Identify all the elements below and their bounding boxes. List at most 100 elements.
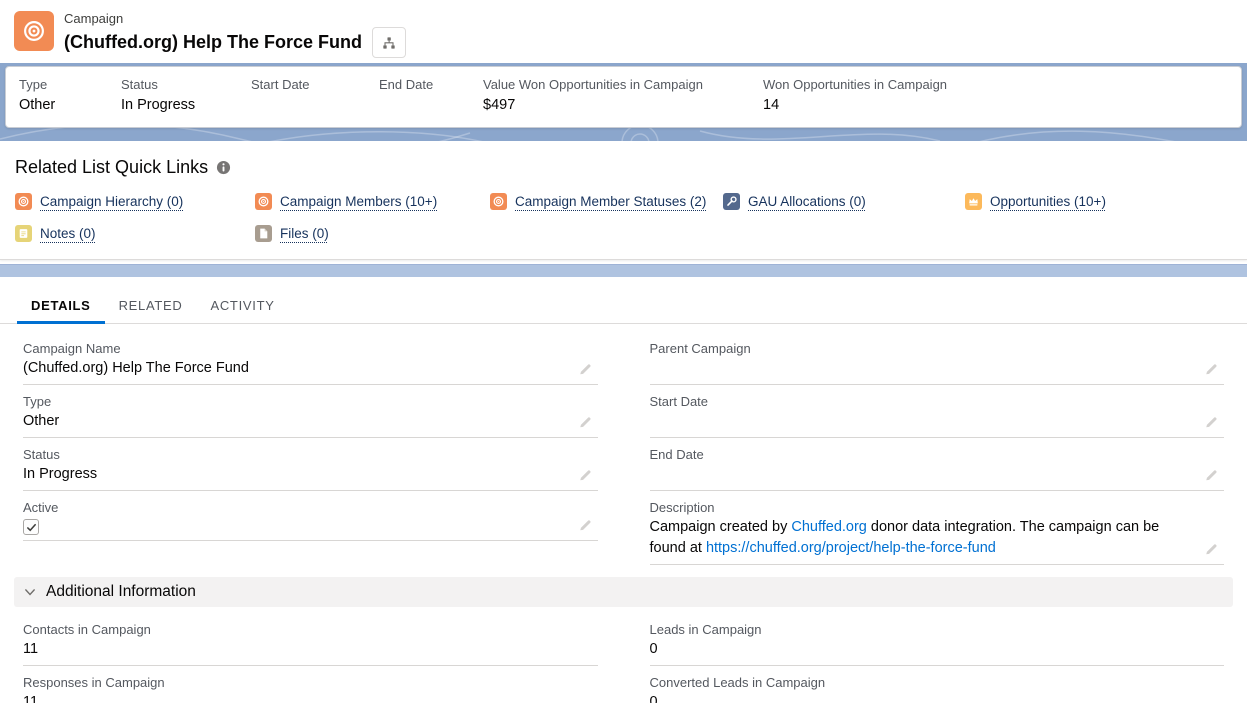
description-link[interactable]: Chuffed.org (791, 519, 867, 535)
field-label: Description (650, 499, 1195, 516)
field-value: In Progress (23, 464, 568, 485)
campaign-target-icon (255, 193, 272, 210)
field-label: Leads in Campaign (650, 621, 1195, 638)
highlight-value: $497 (483, 94, 753, 116)
quick-link-notes[interactable]: Notes (0) (15, 225, 255, 242)
quick-link-campaign-member-statuses[interactable]: Campaign Member Statuses (2) (490, 193, 723, 210)
campaign-target-icon (14, 11, 54, 51)
highlight-value-won: Value Won Opportunities in Campaign $497 (483, 76, 763, 127)
quick-link-label: Opportunities (10+) (990, 194, 1106, 209)
quick-link-label: Notes (0) (40, 226, 96, 241)
tab-activity[interactable]: ACTIVITY (196, 287, 288, 324)
campaign-target-icon (15, 193, 32, 210)
field-end-date: End Date (650, 438, 1225, 491)
field-label: End Date (650, 446, 1195, 463)
edit-pencil-icon[interactable] (578, 518, 592, 532)
highlight-value: In Progress (121, 94, 241, 116)
note-icon (15, 225, 32, 242)
highlights-panel: Type Other Status In Progress Start Date… (0, 63, 1247, 141)
edit-pencil-icon[interactable] (578, 362, 592, 376)
field-active: Active (23, 491, 598, 541)
field-label: Campaign Name (23, 340, 568, 357)
field-label: Converted Leads in Campaign (650, 674, 1195, 691)
field-status: Status In Progress (23, 438, 598, 491)
tab-details[interactable]: DETAILS (17, 287, 105, 324)
edit-pencil-icon[interactable] (578, 468, 592, 482)
field-value: (Chuffed.org) Help The Force Fund (23, 358, 568, 379)
details-panel: Campaign Name (Chuffed.org) Help The For… (0, 324, 1247, 565)
additional-information-section-header[interactable]: Additional Information (14, 577, 1233, 607)
field-leads-in-campaign: Leads in Campaign 0 (650, 613, 1225, 666)
field-value (650, 411, 1195, 432)
highlight-end-date: End Date (379, 76, 483, 127)
edit-pencil-icon[interactable] (1204, 415, 1218, 429)
quick-link-label: Campaign Member Statuses (2) (515, 194, 706, 209)
field-description: Description Campaign created by Chuffed.… (650, 491, 1225, 565)
decorative-band (0, 264, 1247, 277)
highlight-label: Type (19, 76, 111, 94)
wrench-icon (723, 193, 740, 210)
field-value: 11 (23, 639, 568, 660)
object-label: Campaign (64, 11, 406, 27)
highlight-label: End Date (379, 76, 473, 94)
view-hierarchy-button[interactable] (372, 27, 406, 58)
related-list-quick-links-card: Related List Quick Links Campaign Hierar… (0, 141, 1247, 260)
field-start-date: Start Date (650, 385, 1225, 438)
highlight-label: Won Opportunities in Campaign (763, 76, 947, 94)
field-converted-leads-in-campaign: Converted Leads in Campaign 0 (650, 666, 1225, 703)
info-icon[interactable] (216, 160, 231, 175)
quick-link-gau-allocations[interactable]: GAU Allocations (0) (723, 193, 965, 210)
field-value (650, 358, 1195, 379)
field-label: Parent Campaign (650, 340, 1195, 357)
edit-pencil-icon[interactable] (1204, 542, 1218, 556)
additional-right-column: Leads in Campaign 0 Converted Leads in C… (650, 613, 1225, 703)
checkmark-icon (26, 522, 37, 533)
quick-link-label: Files (0) (280, 226, 329, 241)
description-link[interactable]: https://chuffed.org/project/help-the-for… (706, 540, 996, 556)
field-label: Status (23, 446, 568, 463)
highlight-status: Status In Progress (121, 76, 251, 127)
field-label: Type (23, 393, 568, 410)
highlight-type: Type Other (19, 76, 121, 127)
quick-link-campaign-hierarchy[interactable]: Campaign Hierarchy (0) (15, 193, 255, 210)
field-value (650, 464, 1195, 485)
file-icon (255, 225, 272, 242)
tab-related[interactable]: RELATED (105, 287, 197, 324)
field-label: Contacts in Campaign (23, 621, 568, 638)
quick-link-label: Campaign Hierarchy (0) (40, 194, 183, 209)
details-right-column: Parent Campaign Start Date End Date Desc… (650, 332, 1225, 565)
highlight-value: Other (19, 94, 111, 116)
field-responses-in-campaign: Responses in Campaign 11 (23, 666, 598, 703)
field-value: 0 (650, 639, 1195, 660)
quick-link-opportunities[interactable]: Opportunities (10+) (965, 193, 1232, 210)
quick-link-label: GAU Allocations (0) (748, 194, 866, 209)
field-label: Active (23, 499, 568, 516)
highlight-start-date: Start Date (251, 76, 379, 127)
quick-links-title: Related List Quick Links (15, 157, 208, 178)
field-value: 0 (650, 692, 1195, 703)
campaign-target-icon (490, 193, 507, 210)
field-contacts-in-campaign: Contacts in Campaign 11 (23, 613, 598, 666)
quick-link-campaign-members[interactable]: Campaign Members (10+) (255, 193, 490, 210)
field-value: 11 (23, 692, 568, 703)
highlight-value: 14 (763, 94, 947, 116)
description-text: Campaign created by (650, 519, 792, 535)
quick-link-files[interactable]: Files (0) (255, 225, 490, 242)
highlights-card: Type Other Status In Progress Start Date… (5, 66, 1242, 128)
hierarchy-icon (381, 35, 397, 51)
crown-icon (965, 193, 982, 210)
highlight-label: Value Won Opportunities in Campaign (483, 76, 753, 94)
active-checkbox (23, 519, 39, 535)
edit-pencil-icon[interactable] (1204, 362, 1218, 376)
section-title: Additional Information (46, 583, 196, 601)
details-left-column: Campaign Name (Chuffed.org) Help The For… (23, 332, 598, 541)
edit-pencil-icon[interactable] (578, 415, 592, 429)
field-campaign-name: Campaign Name (Chuffed.org) Help The For… (23, 332, 598, 385)
field-value: Other (23, 411, 568, 432)
record-header: Campaign (Chuffed.org) Help The Force Fu… (0, 0, 1247, 63)
edit-pencil-icon[interactable] (1204, 468, 1218, 482)
field-parent-campaign: Parent Campaign (650, 332, 1225, 385)
record-tabs: DETAILS RELATED ACTIVITY (0, 287, 1247, 324)
page-title: (Chuffed.org) Help The Force Fund (64, 30, 362, 55)
highlight-label: Start Date (251, 76, 369, 94)
